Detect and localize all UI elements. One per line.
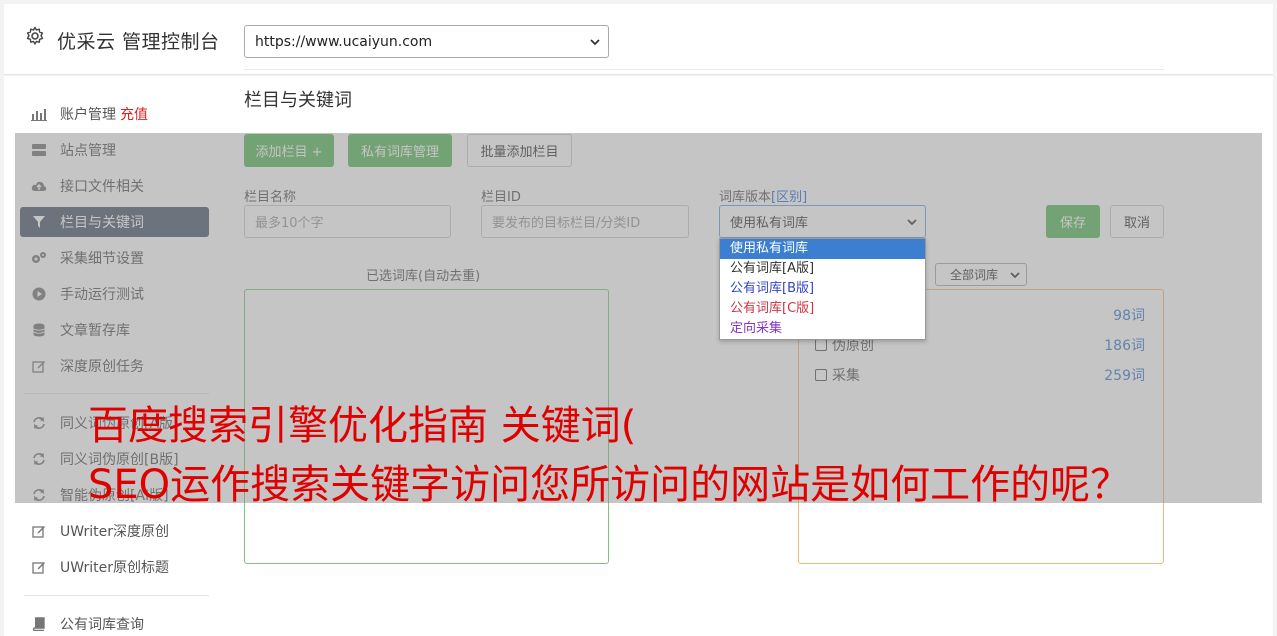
dropdown-option[interactable]: 公有词库[A版] — [720, 259, 925, 279]
sidebar-item-label: UWriter原创标题 — [60, 560, 169, 576]
dropdown-option[interactable]: 公有词库[C版] — [720, 299, 925, 319]
dropdown-option[interactable]: 定向采集 — [720, 319, 925, 339]
recharge-link[interactable]: 充值 — [120, 104, 148, 124]
lib-version-dropdown[interactable]: 使用私有词库 公有词库[A版] 公有词库[B版] 公有词库[C版] 定向采集 — [719, 238, 926, 340]
book-icon — [31, 616, 47, 632]
section-title: 栏目与关键词 — [244, 90, 352, 111]
sidebar-item-account[interactable]: 账户管理 充值 — [20, 99, 209, 129]
sidebar-item-uwriter-deep[interactable]: UWriter深度原创 — [20, 516, 209, 546]
app-title: 优采云 管理控制台 — [57, 31, 220, 53]
sidebar-item-label: 账户管理 — [60, 107, 116, 123]
overlay-headline-line2: SEO运作搜索关键字访问您所访问的网站是如何工作的呢？ — [88, 462, 1131, 508]
edit-icon — [31, 523, 47, 539]
app-header: 优采云 管理控制台 — [4, 4, 1273, 75]
dropdown-option[interactable]: 公有词库[B版] — [720, 279, 925, 299]
chevron-down-icon — [590, 39, 600, 46]
divider — [244, 69, 1164, 70]
overlay-headline-line1: 百度搜索引擎优化指南 关键词( — [88, 403, 637, 449]
site-select[interactable]: https://www.ucaiyun.com — [244, 25, 609, 58]
edit-icon — [31, 559, 47, 575]
sidebar-item-public-lib[interactable]: 公有词库查询 — [20, 609, 209, 636]
dropdown-option[interactable]: 使用私有词库 — [720, 239, 925, 259]
gear-icon — [26, 26, 44, 45]
sidebar-item-label: UWriter深度原创 — [60, 524, 169, 540]
sidebar-item-label: 公有词库查询 — [60, 617, 144, 633]
sidebar-item-uwriter-title[interactable]: UWriter原创标题 — [20, 552, 209, 582]
bar-chart-icon — [31, 106, 47, 122]
sidebar-divider — [24, 595, 209, 596]
site-select-value: https://www.ucaiyun.com — [255, 33, 433, 50]
